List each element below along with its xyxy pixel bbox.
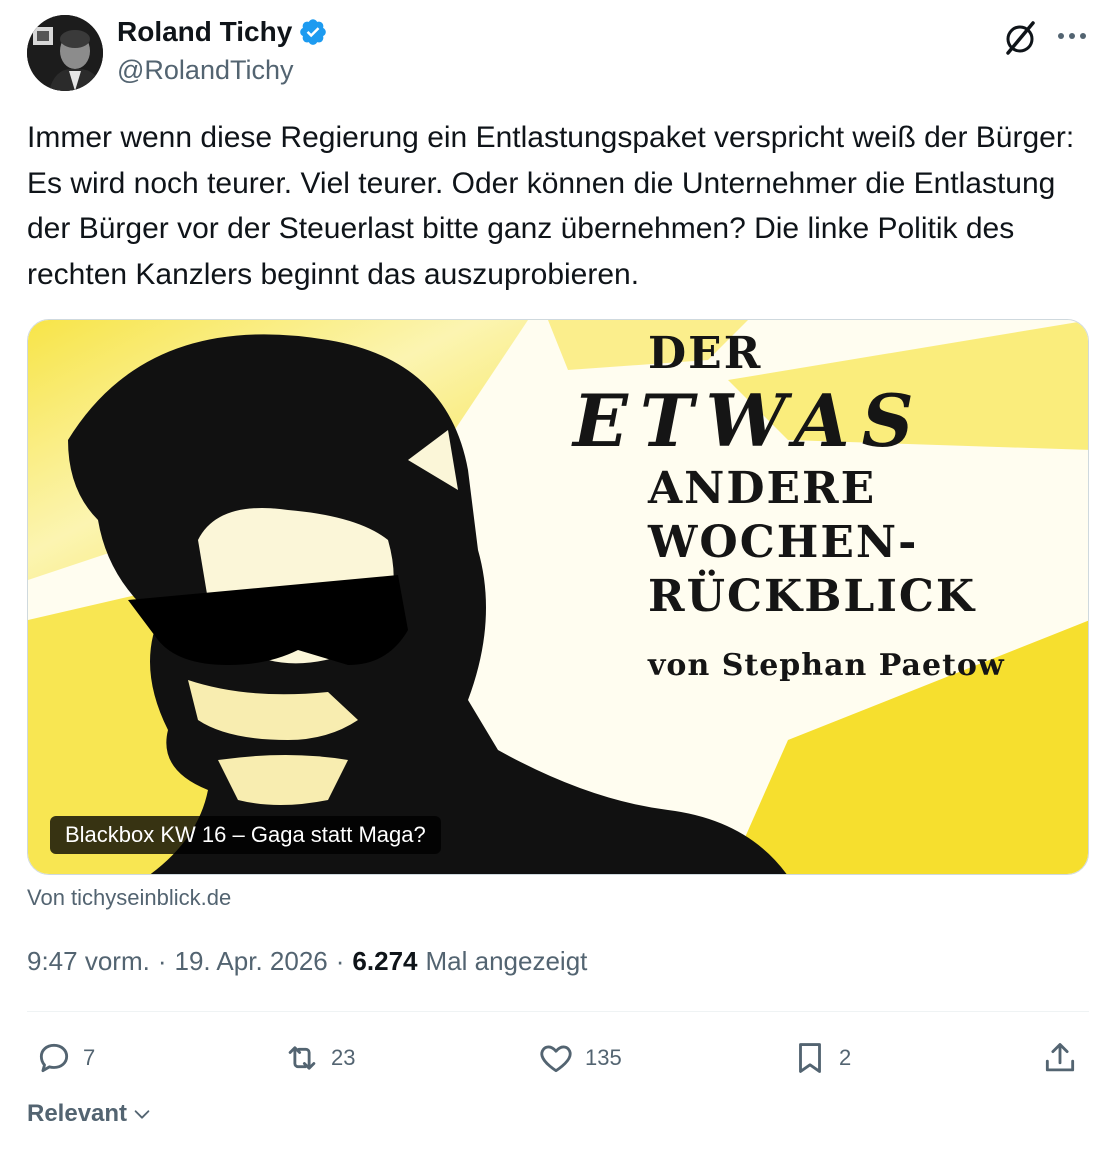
repost-count: 23 <box>331 1045 356 1070</box>
bookmark-count: 2 <box>839 1045 852 1070</box>
tweet-time[interactable]: 9:47 vorm. <box>27 946 150 977</box>
card-label: Blackbox KW 16 – Gaga statt Maga? <box>50 816 441 854</box>
card-byline: von Stephan Paetow <box>648 648 1005 683</box>
sort-dropdown[interactable]: Relevant <box>27 1100 153 1128</box>
reply-button[interactable]: 7 <box>35 1036 95 1080</box>
grok-icon[interactable] <box>1000 18 1040 58</box>
meta-separator: · <box>335 946 345 976</box>
chevron-down-icon <box>134 1110 150 1119</box>
author-handle[interactable]: @RolandTichy <box>117 55 293 86</box>
action-bar: 7 23 135 2 <box>27 1036 1089 1080</box>
more-icon[interactable] <box>1055 24 1089 48</box>
like-button[interactable]: 135 <box>537 1036 622 1080</box>
meta-separator: · <box>157 946 167 976</box>
card-source[interactable]: Von tichyseinblick.de <box>27 885 231 911</box>
card-title-andere: ANDERE <box>648 463 877 514</box>
reply-count: 7 <box>83 1045 96 1070</box>
like-count: 135 <box>585 1045 622 1070</box>
bookmark-icon <box>799 1043 821 1073</box>
card-title-rueckblick: RÜCKBLICK <box>648 571 977 622</box>
view-count: 6.274 <box>352 946 418 976</box>
repost-icon <box>288 1046 316 1070</box>
tweet-meta: 9:47 vorm. · 19. Apr. 2026 · 6.274 Mal a… <box>27 946 587 977</box>
card-title-etwas: ETWAS <box>573 378 926 463</box>
share-icon <box>1045 1043 1075 1072</box>
card-title-der: DER <box>648 328 763 379</box>
divider <box>27 1011 1089 1012</box>
link-card[interactable]: DER ETWAS ANDERE WOCHEN- RÜCKBLICK von S… <box>27 319 1089 875</box>
reply-icon <box>39 1043 69 1073</box>
verified-badge-icon <box>300 19 327 45</box>
tweet-date[interactable]: 19. Apr. 2026 <box>175 946 328 977</box>
share-button[interactable] <box>1041 1036 1079 1080</box>
card-title-wochen: WOCHEN- <box>648 517 919 568</box>
avatar[interactable] <box>27 15 103 91</box>
tweet-text: Immer wenn diese Regierung ein Entlastun… <box>27 121 1075 291</box>
bookmark-button[interactable]: 2 <box>791 1036 851 1080</box>
repost-button[interactable]: 23 <box>283 1036 355 1080</box>
sort-label: Relevant <box>27 1100 128 1127</box>
view-label: Mal angezeigt <box>425 946 588 976</box>
author-name[interactable]: Roland Tichy <box>117 16 292 48</box>
like-icon <box>540 1045 572 1073</box>
